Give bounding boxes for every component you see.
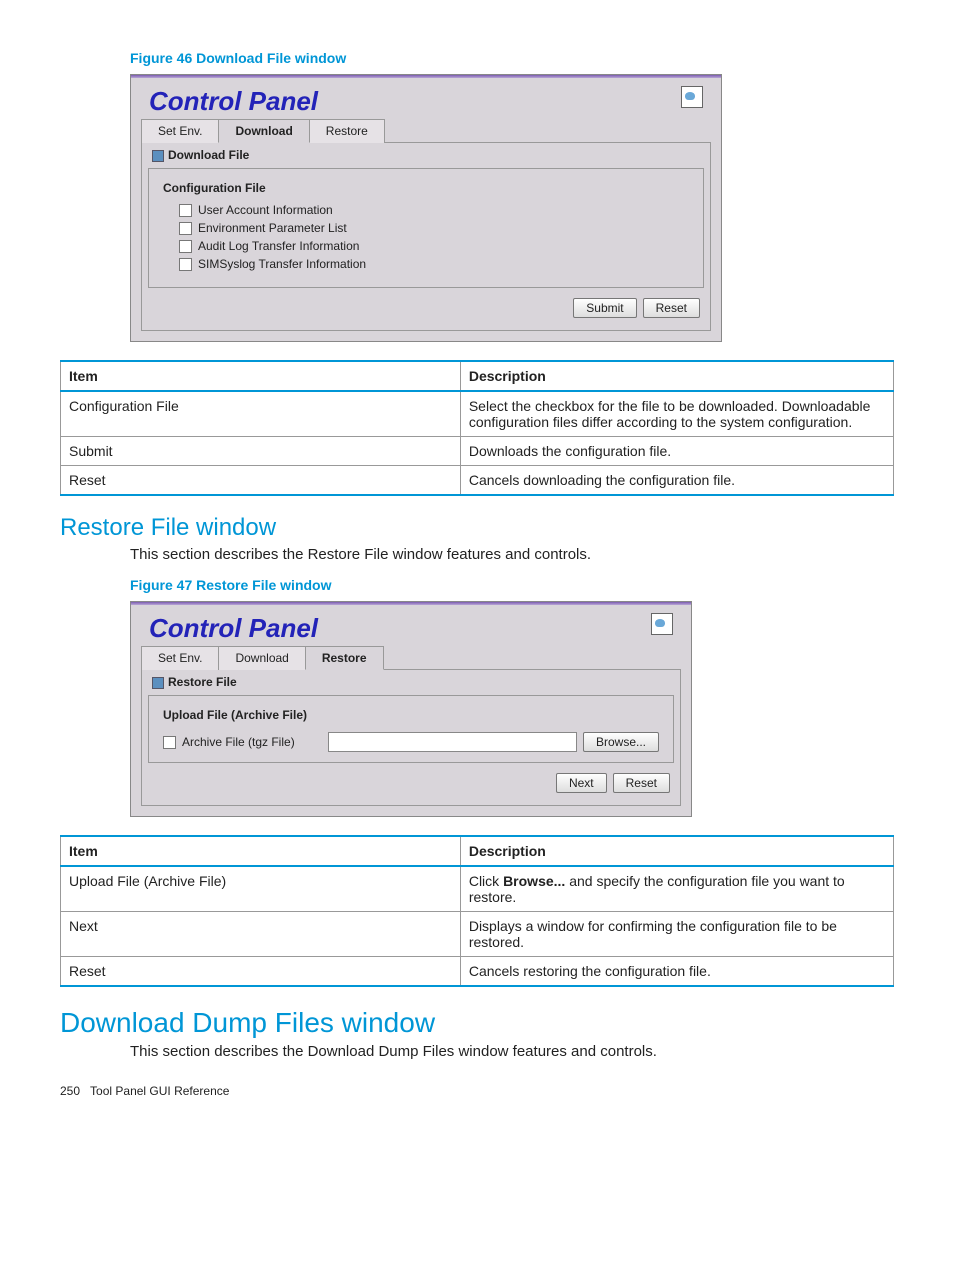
restore-file-panel: Control Panel Set Env. Download Restore …: [130, 601, 692, 817]
page-footer: 250 Tool Panel GUI Reference: [60, 1084, 894, 1098]
checkbox-icon[interactable]: [179, 222, 192, 235]
config-file-box: Configuration File User Account Informat…: [148, 168, 704, 288]
table-row: Upload File (Archive File) Click Browse.…: [61, 866, 894, 912]
restore-file-table: Item Description Upload File (Archive Fi…: [60, 835, 894, 987]
check-env-param[interactable]: Environment Parameter List: [163, 219, 689, 237]
th-item: Item: [61, 836, 461, 866]
download-file-table: Item Description Configuration File Sele…: [60, 360, 894, 496]
download-dump-desc: This section describes the Download Dump…: [130, 1043, 894, 1060]
tab-bar: Set Env. Download Restore: [131, 646, 691, 670]
subtab-download-file: Download File: [148, 146, 704, 168]
tab-download[interactable]: Download: [218, 119, 309, 143]
subtab-restore-file: Restore File: [148, 673, 674, 695]
table-row: Reset Cancels downloading the configurat…: [61, 466, 894, 496]
submit-button[interactable]: Submit: [573, 298, 636, 318]
th-item: Item: [61, 361, 461, 391]
checkbox-icon[interactable]: [163, 736, 176, 749]
square-icon: [152, 677, 164, 689]
figure47-caption: Figure 47 Restore File window: [130, 577, 894, 593]
upload-file-box: Upload File (Archive File) Archive File …: [148, 695, 674, 763]
tab-download[interactable]: Download: [218, 646, 305, 670]
cell-desc: Select the checkbox for the file to be d…: [460, 391, 893, 437]
th-description: Description: [460, 361, 893, 391]
download-dump-heading: Download Dump Files window: [60, 1007, 894, 1039]
th-description: Description: [460, 836, 893, 866]
check-user-account[interactable]: User Account Information: [163, 201, 689, 219]
tab-restore[interactable]: Restore: [305, 646, 384, 670]
table-row: Configuration File Select the checkbox f…: [61, 391, 894, 437]
control-panel-title: Control Panel: [149, 613, 318, 644]
table-row: Reset Cancels restoring the configuratio…: [61, 957, 894, 987]
browse-button[interactable]: Browse...: [583, 732, 659, 752]
archive-file-label: Archive File (tgz File): [182, 735, 322, 749]
tab-set-env[interactable]: Set Env.: [141, 646, 219, 670]
checkbox-icon[interactable]: [179, 258, 192, 271]
check-simsyslog[interactable]: SIMSyslog Transfer Information: [163, 255, 689, 273]
figure46-caption: Figure 46 Download File window: [130, 50, 894, 66]
restore-file-desc: This section describes the Restore File …: [130, 546, 894, 563]
archive-file-row: Archive File (tgz File) Browse...: [163, 728, 659, 752]
control-panel-title: Control Panel: [149, 86, 318, 117]
subtab-label-text: Download File: [168, 148, 249, 162]
check-label: User Account Information: [198, 203, 333, 217]
check-label: SIMSyslog Transfer Information: [198, 257, 366, 271]
restore-file-heading: Restore File window: [60, 514, 894, 542]
table-row: Submit Downloads the configuration file.: [61, 437, 894, 466]
file-path-input[interactable]: [328, 732, 577, 752]
config-file-label: Configuration File: [163, 181, 689, 195]
cell-desc: Cancels restoring the configuration file…: [460, 957, 893, 987]
cell-desc: Click Browse... and specify the configur…: [460, 866, 893, 912]
reset-button[interactable]: Reset: [613, 773, 670, 793]
cell-item: Reset: [61, 466, 461, 496]
check-label: Environment Parameter List: [198, 221, 347, 235]
subtab-label-text: Restore File: [168, 675, 237, 689]
tab-restore[interactable]: Restore: [309, 119, 385, 143]
checkbox-icon[interactable]: [179, 204, 192, 217]
chapter-name: Tool Panel GUI Reference: [90, 1084, 229, 1098]
checkbox-icon[interactable]: [179, 240, 192, 253]
table-row: Next Displays a window for confirming th…: [61, 912, 894, 957]
cell-desc: Cancels downloading the configuration fi…: [460, 466, 893, 496]
button-row: Submit Reset: [148, 288, 704, 320]
cell-desc: Displays a window for confirming the con…: [460, 912, 893, 957]
help-icon[interactable]: [681, 86, 703, 108]
cell-item: Reset: [61, 957, 461, 987]
tab-bar: Set Env. Download Restore: [131, 119, 721, 143]
tab-body: Download File Configuration File User Ac…: [141, 142, 711, 331]
tab-set-env[interactable]: Set Env.: [141, 119, 219, 143]
download-file-panel: Control Panel Set Env. Download Restore …: [130, 74, 722, 342]
cell-desc: Downloads the configuration file.: [460, 437, 893, 466]
page-number: 250: [60, 1084, 80, 1098]
check-label: Audit Log Transfer Information: [198, 239, 359, 253]
next-button[interactable]: Next: [556, 773, 607, 793]
square-icon: [152, 150, 164, 162]
upload-file-label: Upload File (Archive File): [163, 708, 659, 722]
reset-button[interactable]: Reset: [643, 298, 700, 318]
check-audit-log[interactable]: Audit Log Transfer Information: [163, 237, 689, 255]
cell-item: Upload File (Archive File): [61, 866, 461, 912]
help-icon[interactable]: [651, 613, 673, 635]
cell-item: Configuration File: [61, 391, 461, 437]
cell-item: Next: [61, 912, 461, 957]
cell-item: Submit: [61, 437, 461, 466]
tab-body: Restore File Upload File (Archive File) …: [141, 669, 681, 806]
button-row: Next Reset: [148, 763, 674, 795]
